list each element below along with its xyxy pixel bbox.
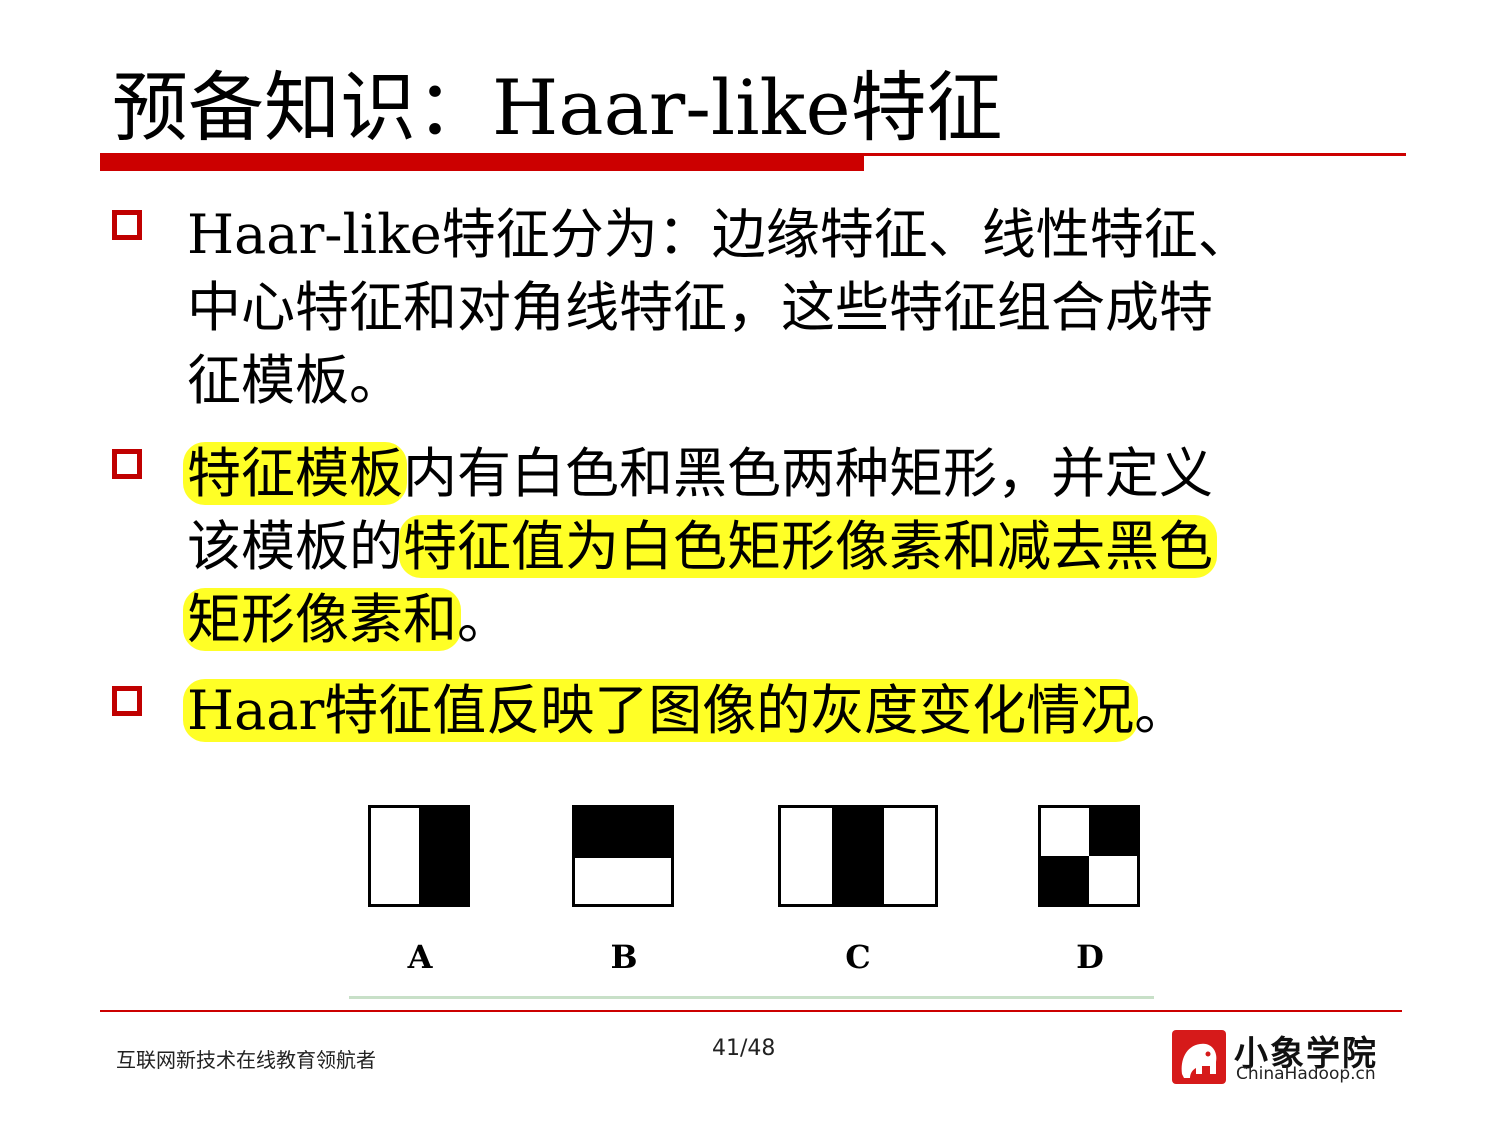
elephant-logo-icon (1172, 1030, 1226, 1084)
bullet-1-line-2: 中心特征和对角线特征，这些特征组合成特 (187, 271, 1387, 344)
bullet-square-icon (112, 449, 142, 479)
feature-d-diagonal (1038, 805, 1140, 907)
highlighted-text: 特征模板 (183, 442, 407, 505)
text-run: 。 (457, 588, 511, 651)
figure-label-b: B (610, 938, 638, 976)
feature-b-edge (572, 805, 674, 907)
text-run: 征模板。 (187, 349, 403, 412)
figure-divider (349, 996, 1154, 999)
black-region (575, 808, 671, 858)
figure-label-a: A (407, 938, 433, 976)
bullet-1-line-3: 征模板。 (187, 344, 1387, 417)
bullet-2-line-2: 该模板的特征值为白色矩形像素和减去黑色 (187, 510, 1387, 583)
slide-title: 预备知识：Haar-like特征 (112, 63, 1003, 152)
black-region (831, 808, 885, 904)
highlighted-text: Haar特征值反映了图像的灰度变化情况 (183, 679, 1139, 742)
footer-tagline: 互联网新技术在线教育领航者 (116, 1048, 376, 1072)
feature-c-line (778, 805, 938, 907)
bullet-1-text: Haar-like特征分为：边缘特征、线性特征、 中心特征和对角线特征，这些特征… (187, 198, 1387, 417)
feature-a-edge (368, 805, 470, 907)
figure-label-c: C (845, 938, 871, 976)
logo-url: ChinaHadoop.cn (1236, 1064, 1376, 1084)
text-run: 中心特征和对角线特征，这些特征组合成特 (187, 276, 1213, 339)
bullet-square-icon (112, 210, 142, 240)
bullet-3-line-1: Haar特征值反映了图像的灰度变化情况。 (183, 674, 1387, 747)
highlighted-text: 矩形像素和 (183, 588, 461, 651)
bullet-3-text: Haar特征值反映了图像的灰度变化情况。 (183, 674, 1387, 747)
black-region (419, 808, 467, 904)
bullet-square-icon (112, 686, 142, 716)
bullet-2-text: 特征模板内有白色和黑色两种矩形，并定义 该模板的特征值为白色矩形像素和减去黑色 … (183, 437, 1387, 656)
black-region (1041, 856, 1089, 904)
text-run: 内有白色和黑色两种矩形，并定义 (403, 442, 1213, 505)
brand-logo: 小象学院 ChinaHadoop.cn (1172, 1030, 1402, 1090)
figure-label-d: D (1076, 938, 1104, 976)
haar-feature-figure: A B C D (360, 800, 1160, 990)
text-run: Haar-like特征分为：边缘特征、线性特征、 (187, 203, 1252, 266)
bullet-1-line-1: Haar-like特征分为：边缘特征、线性特征、 (187, 198, 1387, 271)
text-run: 该模板的 (187, 515, 403, 578)
footer-rule (100, 1010, 1402, 1012)
bullet-2-line-1: 特征模板内有白色和黑色两种矩形，并定义 (183, 437, 1387, 510)
page-number: 41/48 (712, 1036, 776, 1061)
text-run: 。 (1134, 679, 1189, 742)
bullet-2-line-3: 矩形像素和。 (183, 583, 1387, 656)
black-region (1089, 808, 1137, 856)
highlighted-text: 特征值为白色矩形像素和减去黑色 (399, 515, 1217, 578)
title-underline-thick (100, 155, 864, 171)
